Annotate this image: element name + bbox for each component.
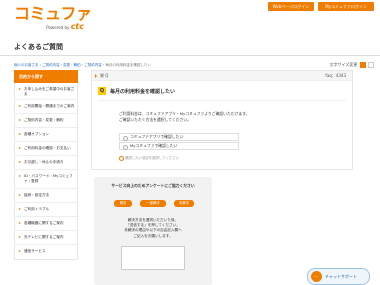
qa-bar-label: 質 Q: [100, 73, 109, 78]
chat-support-label: チャットサポート: [325, 274, 357, 279]
faq-main: 質 Q faq：4343 Q 毎月の利用料金を確認したい ご利用料金は、コミュフ…: [91, 70, 353, 170]
breadcrumb-current: 毎月の利用料金を確認したい: [105, 63, 151, 67]
survey-title: サービス向上のためアンケートにご協力ください: [111, 183, 195, 188]
survey-note: 解決方法を選択いただいた後、 「送信する」を押してください。 未解決の理由や以下…: [124, 218, 182, 238]
survey-panel: サービス向上のためアンケートにご協力ください 解決 一部解決 未解決 解決方法を…: [94, 177, 212, 285]
page-title: よくあるご質問: [14, 43, 63, 51]
survey-partial-button[interactable]: 一部解決: [140, 200, 166, 207]
survey-unresolved-button[interactable]: 未解決: [174, 200, 194, 207]
breadcrumb-item[interactable]: ご契約内容: [84, 63, 102, 67]
breadcrumb: 個人のお客さま › ご契約内容・変更・解約 › ご契約内容 › 毎月の利用料金を…: [14, 63, 151, 67]
sidebar-item[interactable]: ID・パスワード・Myコミュファ・登録: [15, 170, 77, 189]
sidebar-heading: 目的から探す: [14, 70, 78, 83]
sidebar-list: お申し込みをご希望中のお客さま ご利用開始・開通までのご案内 ご契約内容・変更・…: [14, 83, 78, 260]
title-divider: [0, 55, 380, 56]
sidebar-item[interactable]: ご利用開始・開通までのご案内: [15, 100, 77, 114]
answer-text: ご利用料金は、コミュファアプリ・Myコミュファよりご確認いただけます。 ご確認い…: [119, 111, 250, 122]
web-login-button[interactable]: Webページログイン: [268, 2, 314, 11]
logo-powered-by: Powered by ctc: [46, 22, 84, 31]
font-size-large-button[interactable]: [368, 62, 374, 68]
qa-header-bar: 質 Q faq：4343: [92, 71, 352, 81]
sidebar-item[interactable]: ご契約内容・変更・解約: [15, 114, 77, 128]
logo-text: コミュファ: [14, 4, 92, 23]
chat-bubble-icon: …: [311, 271, 322, 282]
chat-support-button[interactable]: … チャットサポート: [307, 268, 370, 285]
my-commufa-login-button[interactable]: Myコミュファログイン: [318, 2, 374, 11]
selection-hint: 確認したい項目を選択してください: [119, 155, 179, 161]
sidebar-item[interactable]: ご利用料金の確認・お支払い: [15, 142, 77, 156]
question-divider: [98, 100, 346, 101]
sidebar-item[interactable]: 通信サービス: [15, 245, 77, 259]
sidebar-item[interactable]: お申し込みをご希望中のお客さま: [15, 83, 77, 100]
qa-panel: 質 Q faq：4343 Q 毎月の利用料金を確認したい ご利用料金は、コミュフ…: [91, 70, 353, 170]
survey-comment-textarea[interactable]: [121, 246, 185, 270]
sidebar-item[interactable]: お引越し・休止の手続き: [15, 156, 77, 170]
sidebar-item[interactable]: ご利用トラブル: [15, 203, 77, 217]
site-header: コミュファ Powered by ctc Webページログイン Myコミュファロ…: [0, 0, 380, 38]
survey-resolved-button[interactable]: 解決: [114, 200, 132, 207]
option-my-commufa-radio[interactable]: Myコミュファで確認したい: [119, 142, 239, 150]
breadcrumb-item[interactable]: 個人のお客さま: [14, 63, 39, 67]
font-size-medium-button[interactable]: [359, 62, 366, 68]
faq-id: faq：4343: [325, 73, 346, 78]
font-size-control: 文字サイズ変更: [330, 62, 374, 68]
sidebar-item[interactable]: 光テレビに関するご案内: [15, 231, 77, 245]
sidebar: 目的から探す お申し込みをご希望中のお客さま ご利用開始・開通までのご案内 ご契…: [14, 70, 78, 260]
sidebar-item[interactable]: 各種オプション: [15, 128, 77, 142]
question-badge: Q: [98, 87, 106, 95]
commufa-logo[interactable]: コミュファ Powered by ctc: [14, 5, 92, 33]
breadcrumb-item[interactable]: ご契約内容・変更・解約: [42, 63, 81, 67]
option-app-radio[interactable]: コミュファアプリで確認したい: [119, 133, 239, 141]
sidebar-item[interactable]: 接続・設定方法: [15, 189, 77, 203]
question-title: 毎月の利用料金を確認したい: [110, 89, 176, 95]
sidebar-item[interactable]: 各種機器に関するご案内: [15, 217, 77, 231]
font-size-label: 文字サイズ変更: [329, 62, 358, 67]
